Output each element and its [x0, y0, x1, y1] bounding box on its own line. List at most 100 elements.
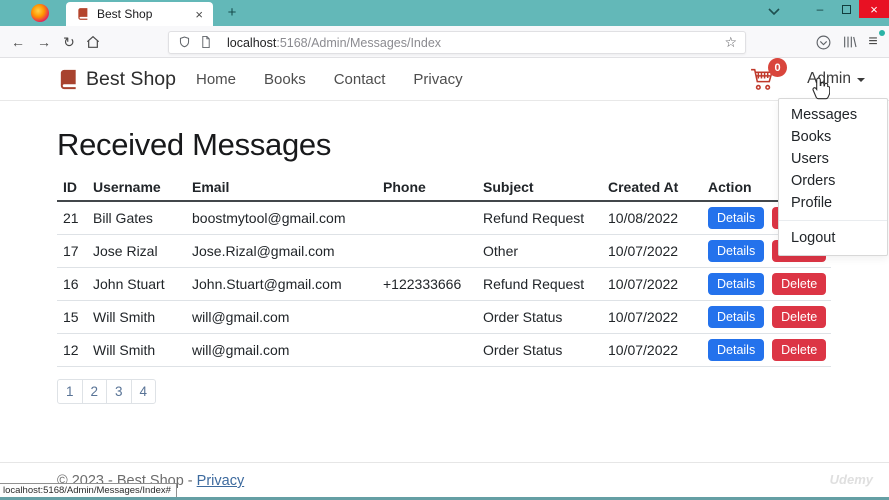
dropdown-item-logout[interactable]: Logout	[779, 227, 887, 249]
back-button[interactable]: ←	[8, 32, 28, 52]
firefox-logo-icon[interactable]	[31, 4, 49, 22]
cell-subject: Order Status	[477, 300, 602, 333]
cell-created-at: 10/07/2022	[602, 333, 702, 366]
nav-link[interactable]: Contact	[334, 71, 386, 88]
dropdown-item[interactable]: Users	[779, 148, 887, 170]
web-page: Best Shop Home Books Contact Privacy 0 A…	[0, 58, 889, 497]
home-button[interactable]	[83, 32, 103, 52]
url-host: localhost	[227, 36, 276, 50]
table-body: 21 Bill Gates boostmytool@gmail.com Refu…	[57, 201, 831, 366]
table-row: 16 John Stuart John.Stuart@gmail.com +12…	[57, 267, 831, 300]
table-header-cell: Phone	[377, 176, 477, 201]
cell-email: will@gmail.com	[186, 300, 377, 333]
window-maximize-button[interactable]	[833, 0, 859, 18]
nav-links: Home Books Contact Privacy	[196, 71, 491, 88]
site-navbar: Best Shop Home Books Contact Privacy 0 A…	[0, 58, 889, 101]
cell-phone	[377, 201, 477, 234]
window-close-button[interactable]: ×	[859, 0, 889, 18]
table-header-cell: Created At	[602, 176, 702, 201]
details-button[interactable]: Details	[708, 273, 764, 295]
cell-subject: Order Status	[477, 333, 602, 366]
tab-close-icon[interactable]: ×	[191, 7, 207, 22]
maximize-icon	[842, 5, 851, 14]
url-path: :5168/Admin/Messages/Index	[276, 36, 441, 50]
cart-button[interactable]: 0	[749, 66, 779, 92]
admin-dropdown-toggle[interactable]: Admin	[807, 70, 865, 88]
cell-id: 17	[57, 234, 87, 267]
status-bar-link: localhost:5168/Admin/Messages/Index#	[0, 483, 177, 497]
table-row: 12 Will Smith will@gmail.com Order Statu…	[57, 333, 831, 366]
tab-title: Best Shop	[97, 7, 191, 21]
hamburger-icon: ≡	[868, 33, 877, 51]
address-bar[interactable]: localhost:5168/Admin/Messages/Index ☆	[168, 31, 746, 54]
window-controls: – ×	[807, 0, 889, 18]
menu-notification-dot	[879, 30, 885, 36]
cell-created-at: 10/07/2022	[602, 267, 702, 300]
table-row: 21 Bill Gates boostmytool@gmail.com Refu…	[57, 201, 831, 234]
pagination-link[interactable]: 1	[57, 379, 83, 404]
dropdown-item[interactable]: Books	[779, 126, 887, 148]
cell-actions: Details Delete	[702, 267, 831, 300]
cell-subject: Refund Request	[477, 267, 602, 300]
messages-table: ID Username Email Phone Subject Created …	[57, 176, 831, 367]
cell-id: 15	[57, 300, 87, 333]
dropdown-item[interactable]: Profile	[779, 192, 887, 214]
window-minimize-button[interactable]: –	[807, 0, 833, 18]
cell-id: 12	[57, 333, 87, 366]
pagination-link[interactable]: 4	[131, 379, 157, 404]
cell-id: 16	[57, 267, 87, 300]
dropdown-item[interactable]: Orders	[779, 170, 887, 192]
details-button[interactable]: Details	[708, 240, 764, 262]
details-button[interactable]: Details	[708, 339, 764, 361]
shield-icon[interactable]	[177, 35, 192, 50]
table-row: 17 Jose Rizal Jose.Rizal@gmail.com Other…	[57, 234, 831, 267]
table-header-cell: Email	[186, 176, 377, 201]
forward-button[interactable]: →	[34, 32, 54, 52]
watermark: Udemy	[830, 472, 873, 487]
cell-email: John.Stuart@gmail.com	[186, 267, 377, 300]
cell-email: boostmytool@gmail.com	[186, 201, 377, 234]
pocket-icon[interactable]	[813, 32, 833, 52]
browser-toolbar: ← → ↻ localhost:5168/Admin/Messages/Inde…	[0, 26, 889, 58]
browser-titlebar: Best Shop × + – ×	[0, 0, 889, 26]
page-title: Received Messages	[57, 127, 832, 163]
pagination-link[interactable]: 3	[106, 379, 132, 404]
page-info-icon[interactable]	[199, 35, 214, 50]
book-favicon-icon	[76, 7, 90, 21]
dropdown-item[interactable]: Messages	[779, 104, 887, 126]
cell-username: Jose Rizal	[87, 234, 186, 267]
cell-username: Will Smith	[87, 300, 186, 333]
tab-list-chevron-icon[interactable]	[768, 8, 780, 15]
nav-link[interactable]: Home	[196, 71, 236, 88]
book-logo-icon	[57, 68, 80, 91]
delete-button[interactable]: Delete	[772, 273, 826, 295]
pagination-link[interactable]: 2	[82, 379, 108, 404]
nav-link[interactable]: Books	[264, 71, 306, 88]
table-header-cell: ID	[57, 176, 87, 201]
table-row: 15 Will Smith will@gmail.com Order Statu…	[57, 300, 831, 333]
caret-down-icon	[857, 78, 865, 82]
cell-created-at: 10/07/2022	[602, 234, 702, 267]
navbar-right: 0 Admin	[749, 66, 865, 92]
cell-subject: Refund Request	[477, 201, 602, 234]
new-tab-button[interactable]: +	[221, 2, 243, 24]
browser-tab[interactable]: Best Shop ×	[66, 2, 213, 26]
bookmark-star-icon[interactable]: ☆	[724, 34, 737, 51]
cell-username: Bill Gates	[87, 201, 186, 234]
url-text: localhost:5168/Admin/Messages/Index	[227, 36, 718, 50]
delete-button[interactable]: Delete	[772, 339, 826, 361]
footer-privacy-link[interactable]: Privacy	[197, 473, 245, 489]
menu-button[interactable]: ≡	[863, 32, 883, 52]
cell-subject: Other	[477, 234, 602, 267]
brand-name: Best Shop	[86, 68, 176, 91]
delete-button[interactable]: Delete	[772, 306, 826, 328]
table-header-cell: Username	[87, 176, 186, 201]
details-button[interactable]: Details	[708, 207, 764, 229]
library-icon[interactable]	[840, 32, 860, 52]
dropdown-items: Messages Books Users Orders Profile	[779, 104, 887, 214]
cell-phone	[377, 234, 477, 267]
reload-button[interactable]: ↻	[59, 32, 79, 52]
details-button[interactable]: Details	[708, 306, 764, 328]
nav-link[interactable]: Privacy	[413, 71, 462, 88]
brand-logo[interactable]: Best Shop	[57, 68, 176, 91]
